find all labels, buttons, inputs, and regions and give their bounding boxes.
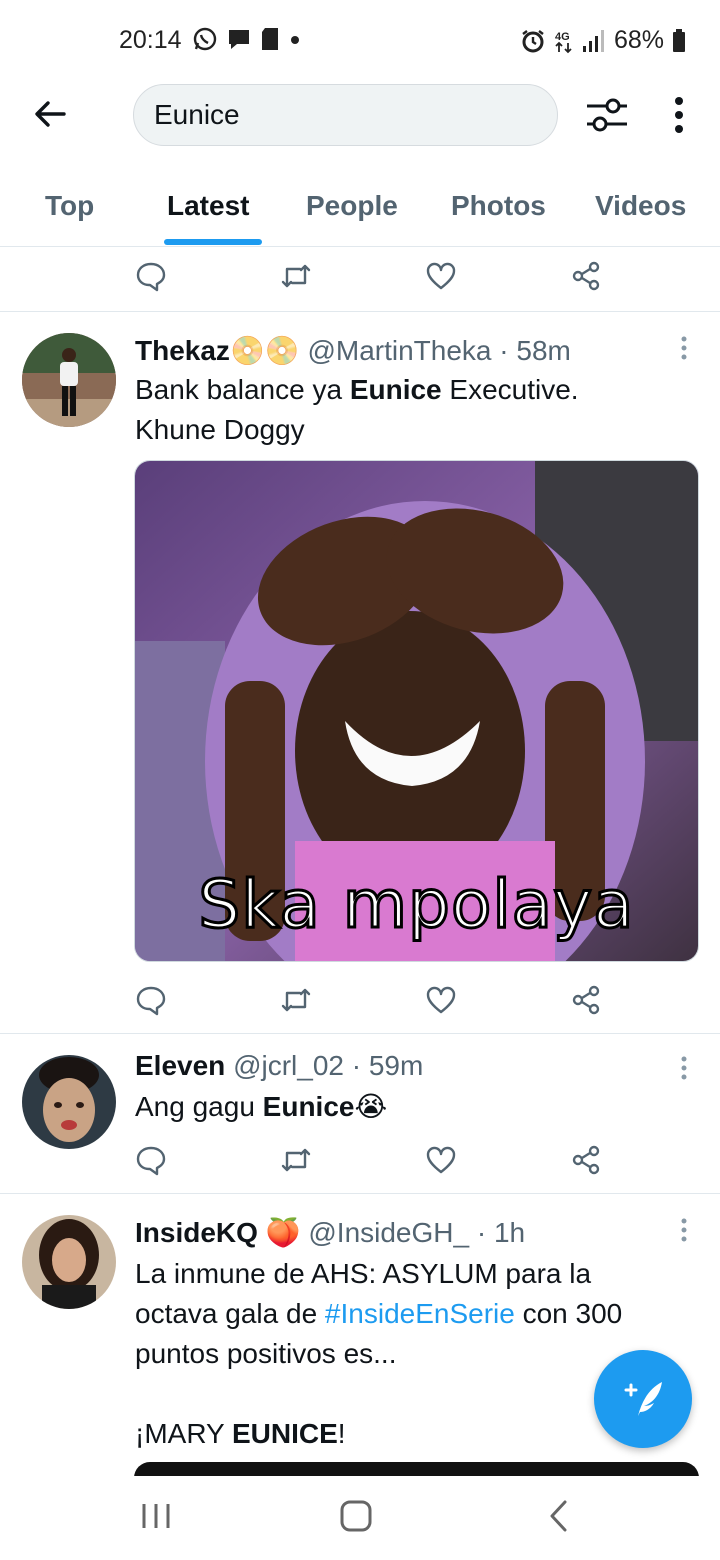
tweet-more-icon[interactable] xyxy=(676,1216,692,1244)
tab-latest[interactable]: Latest xyxy=(167,190,249,222)
tweet-actions xyxy=(0,980,720,1020)
alarm-icon xyxy=(522,29,544,52)
tab-people[interactable]: People xyxy=(306,190,398,222)
signal-icon xyxy=(582,29,604,52)
tab-top[interactable]: Top xyxy=(45,190,94,222)
recent-apps-icon[interactable] xyxy=(136,1496,176,1536)
home-icon[interactable] xyxy=(336,1496,376,1536)
tweet-author-name[interactable]: InsideKQ xyxy=(135,1217,258,1248)
tweet-more-icon[interactable] xyxy=(676,1054,692,1082)
reply-icon[interactable] xyxy=(135,984,167,1016)
compose-tweet-button[interactable] xyxy=(594,1350,692,1448)
active-tab-indicator xyxy=(164,239,262,245)
tweet-header: Thekaz📀📀 @MartinTheka · 58m xyxy=(135,335,571,366)
search-header: Eunice xyxy=(0,84,720,154)
author-emoji: 📀📀 xyxy=(229,335,300,366)
meme-caption: Ska mpolaya xyxy=(197,865,635,945)
message-icon xyxy=(229,30,249,49)
tab-photos[interactable]: Photos xyxy=(451,190,546,222)
share-icon[interactable] xyxy=(570,984,602,1016)
tweet-actions xyxy=(0,256,720,296)
share-icon[interactable] xyxy=(570,260,602,292)
crying-emoji: 😭 xyxy=(354,1091,388,1122)
back-icon[interactable] xyxy=(540,1496,580,1536)
share-icon[interactable] xyxy=(570,1144,602,1176)
tweet-image[interactable]: Ska mpolaya xyxy=(134,460,699,962)
search-input[interactable]: Eunice xyxy=(133,84,558,146)
tweet[interactable]: Eleven @jcrl_02 · 59m Ang gagu Eunice😭 xyxy=(0,1034,720,1193)
tweet-author-name[interactable]: Thekaz xyxy=(135,335,230,366)
whatsapp-icon xyxy=(193,27,217,51)
status-time: 20:14 xyxy=(119,26,182,54)
author-emoji: 🍑 xyxy=(265,1217,301,1248)
tweet-header: InsideKQ 🍑 @InsideGH_ · 1h xyxy=(135,1217,526,1248)
avatar[interactable] xyxy=(22,333,116,427)
compose-tweet-icon xyxy=(624,1382,662,1416)
retweet-icon[interactable] xyxy=(280,984,312,1016)
reply-icon[interactable] xyxy=(135,1144,167,1176)
retweet-icon[interactable] xyxy=(280,1144,312,1176)
back-arrow-icon[interactable] xyxy=(30,94,70,134)
hashtag-link[interactable]: #InsideEnSerie xyxy=(325,1298,515,1329)
tweet-time: 59m xyxy=(368,1050,424,1081)
filter-sliders-icon[interactable] xyxy=(583,94,631,136)
sd-card-icon xyxy=(262,28,278,50)
retweet-icon[interactable] xyxy=(280,260,312,292)
search-query: Eunice xyxy=(154,99,240,130)
tweet-time: 1h xyxy=(493,1217,526,1248)
like-icon[interactable] xyxy=(425,260,457,292)
battery-icon xyxy=(673,28,685,52)
tweet-author-handle[interactable]: @jcrl_02 xyxy=(233,1050,344,1081)
battery-percent: 68% xyxy=(613,26,664,54)
tweet-time: 58m xyxy=(516,335,571,366)
avatar[interactable] xyxy=(22,1215,116,1309)
search-tabs: Top Latest People Photos Videos xyxy=(0,172,720,247)
avatar[interactable] xyxy=(22,1055,116,1149)
tweet-more-icon[interactable] xyxy=(676,334,692,362)
reply-icon[interactable] xyxy=(135,260,167,292)
dot-icon xyxy=(291,36,299,44)
status-bar: 20:14 4G 68% xyxy=(0,0,720,84)
tweet-author-handle[interactable]: @InsideGH_ xyxy=(308,1217,469,1248)
network-4g-icon: 4G xyxy=(555,31,572,53)
tweet-actions xyxy=(0,1140,720,1180)
tweet[interactable]: Thekaz📀📀 @MartinTheka · 58m Bank balance… xyxy=(0,312,720,1033)
like-icon[interactable] xyxy=(425,1144,457,1176)
system-nav-bar xyxy=(0,1476,720,1560)
tweet-author-name[interactable]: Eleven xyxy=(135,1050,225,1081)
like-icon[interactable] xyxy=(425,984,457,1016)
svg-text:4G: 4G xyxy=(555,31,570,43)
tweet-text: Bank balance ya Eunice Executive. Khune … xyxy=(135,374,579,445)
tweet-author-handle[interactable]: @MartinTheka xyxy=(307,335,491,366)
more-vertical-icon[interactable] xyxy=(664,94,694,136)
tab-videos[interactable]: Videos xyxy=(595,190,686,222)
tweet-header: Eleven @jcrl_02 · 59m xyxy=(135,1050,424,1081)
tweet-text: Ang gagu Eunice😭 xyxy=(135,1091,388,1122)
